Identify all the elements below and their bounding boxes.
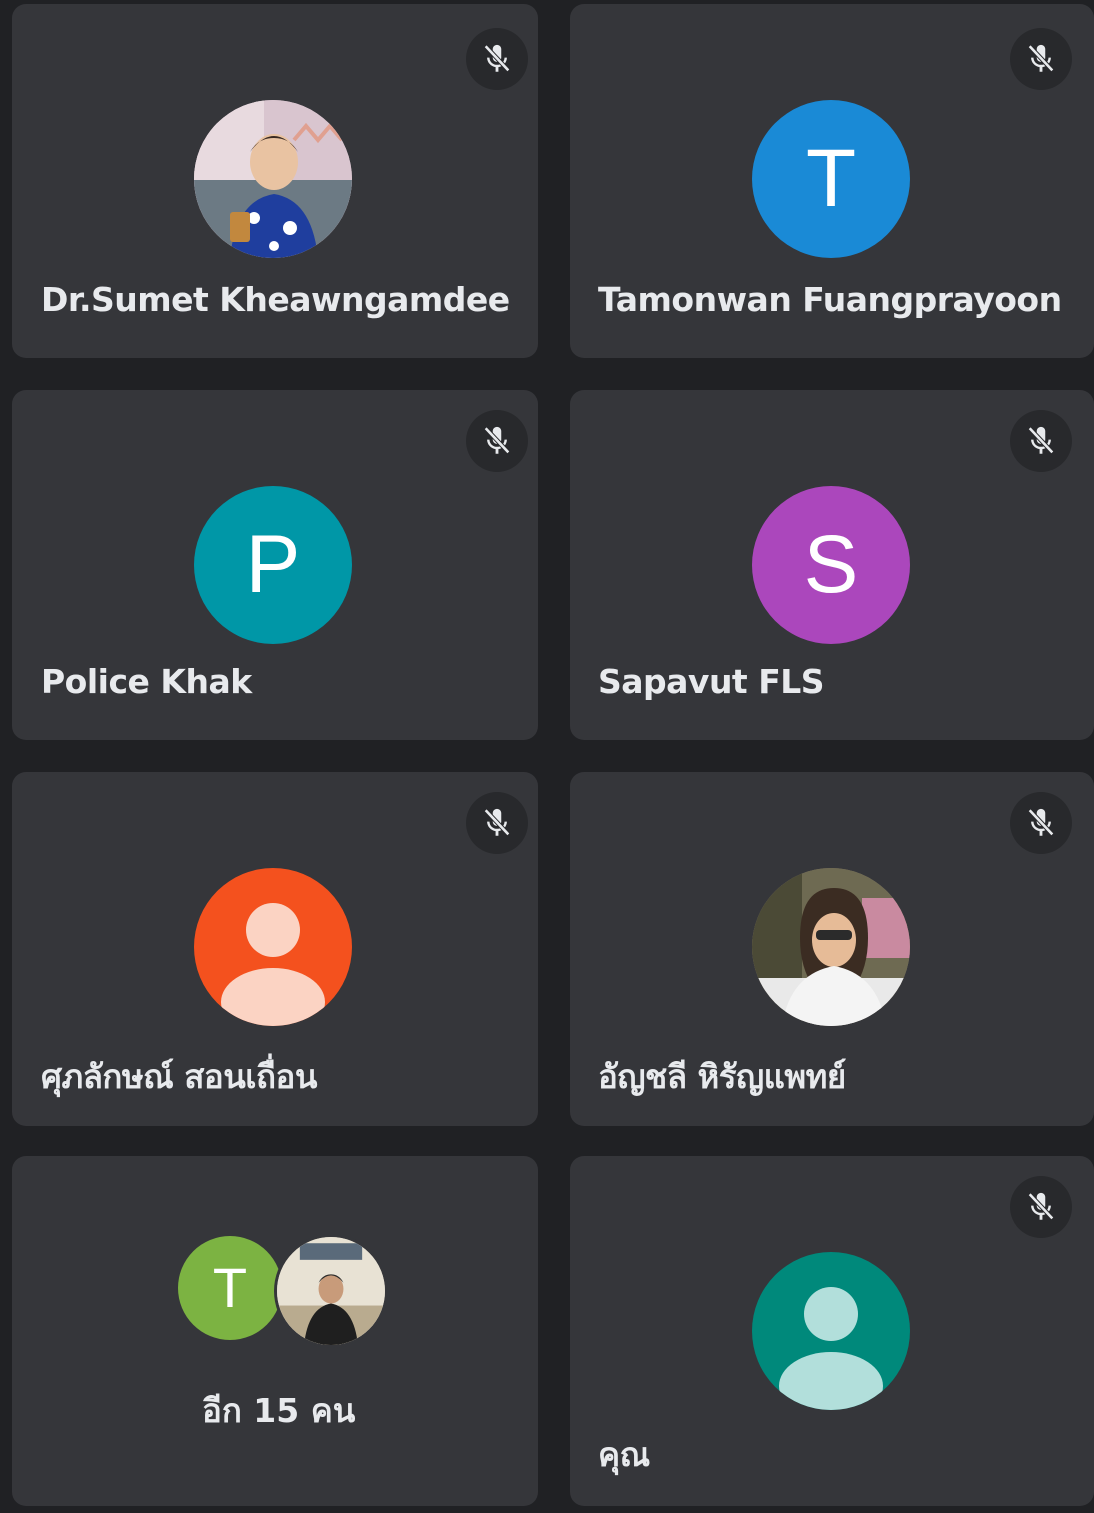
mic-off-icon: [1010, 1176, 1072, 1238]
person-photo-icon: [277, 1237, 385, 1345]
participant-tile[interactable]: S Sapavut FLS: [570, 390, 1094, 740]
participant-name: คุณ: [598, 1435, 650, 1474]
mic-off-icon: [466, 28, 528, 90]
mic-off-icon: [1010, 792, 1072, 854]
avatar-initial: T: [752, 100, 910, 258]
avatar-photo: [194, 100, 352, 258]
other-participants-tile[interactable]: T อีก 15 คน: [12, 1156, 538, 1506]
participant-tile[interactable]: P Police Khak: [12, 390, 538, 740]
participant-name: ศุภลักษณ์ สอนเถื่อน: [41, 1057, 317, 1096]
avatar-default-person-icon: [194, 868, 352, 1026]
more-participants-count: อีก 15 คน: [202, 1391, 356, 1430]
avatar-initial: P: [194, 486, 352, 644]
participant-tile[interactable]: ศุภลักษณ์ สอนเถื่อน: [12, 772, 538, 1126]
person-photo-icon: [752, 868, 910, 1026]
mic-off-icon: [466, 792, 528, 854]
participant-name: Dr.Sumet Kheawngamdee: [41, 280, 510, 319]
avatar-photo: [274, 1234, 388, 1348]
participant-name: Police Khak: [41, 662, 252, 701]
participant-name: Sapavut FLS: [598, 662, 825, 701]
mic-off-icon: [466, 410, 528, 472]
participant-tile[interactable]: T Tamonwan Fuangprayoon: [570, 4, 1094, 358]
participant-name: Tamonwan Fuangprayoon: [598, 280, 1062, 319]
mic-off-icon: [1010, 410, 1072, 472]
participant-tile-self[interactable]: คุณ: [570, 1156, 1094, 1506]
mic-off-icon: [1010, 28, 1072, 90]
avatar-photo: [752, 868, 910, 1026]
participant-name: อัญชลี หิรัญแพทย์: [598, 1057, 846, 1096]
avatar-initial: T: [178, 1236, 282, 1340]
avatar-default-person-icon: [752, 1252, 910, 1410]
participant-tile[interactable]: อัญชลี หิรัญแพทย์: [570, 772, 1094, 1126]
participant-tile[interactable]: Dr.Sumet Kheawngamdee: [12, 4, 538, 358]
person-photo-icon: [194, 100, 352, 258]
avatar-initial: S: [752, 486, 910, 644]
participant-grid: Dr.Sumet Kheawngamdee T Tamonwan Fuangpr…: [0, 0, 1094, 1513]
